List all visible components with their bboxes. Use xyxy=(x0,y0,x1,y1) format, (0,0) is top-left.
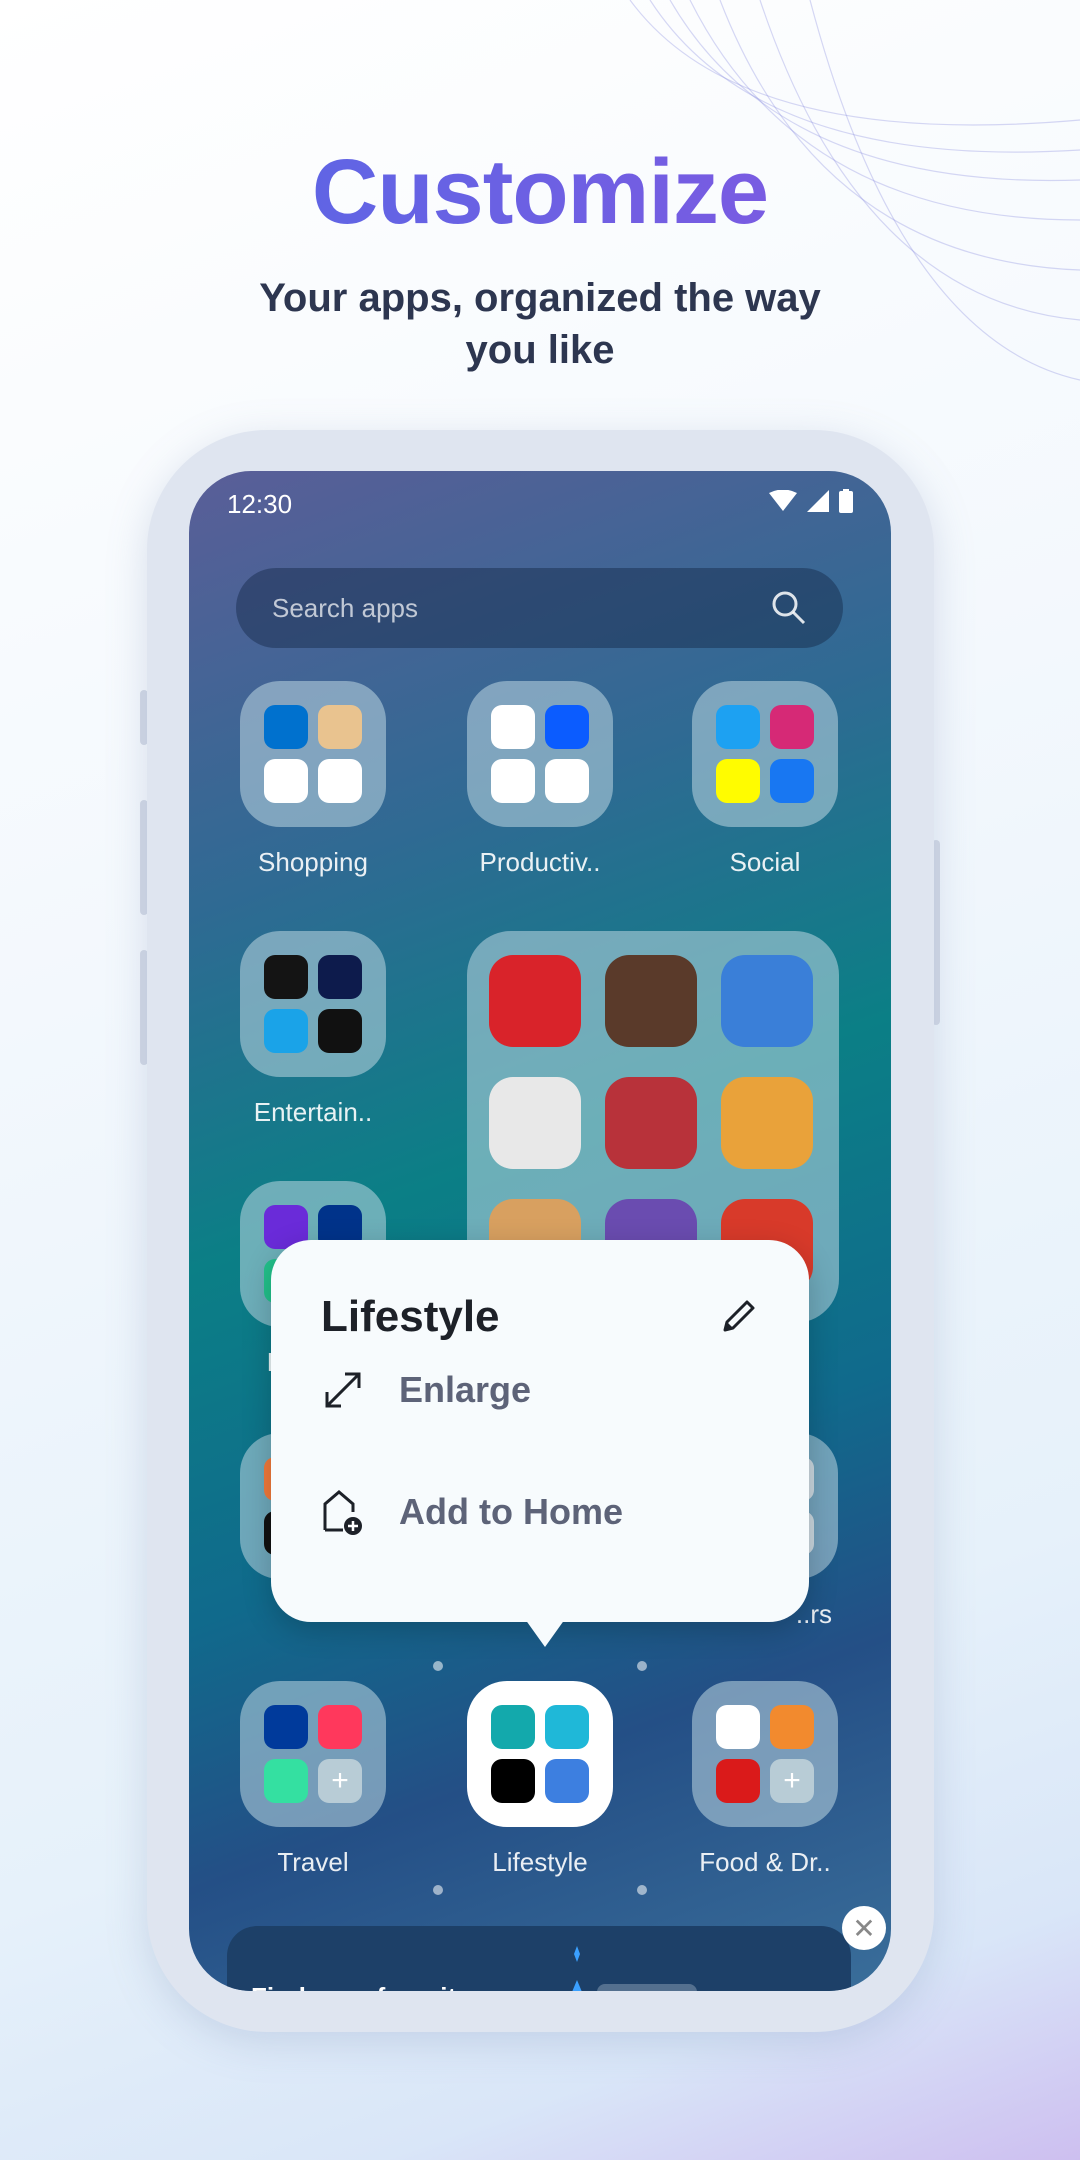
twitter-icon xyxy=(716,705,760,749)
signal-icon xyxy=(807,490,829,512)
zara-icon xyxy=(318,759,362,803)
walmart-icon xyxy=(264,705,308,749)
status-icons xyxy=(769,489,853,513)
super-mario-run-icon[interactable] xyxy=(489,955,581,1047)
amazon-icon xyxy=(318,705,362,749)
selection-handle[interactable] xyxy=(637,1661,647,1671)
hulu-icon xyxy=(318,1009,362,1053)
folder-food-dr[interactable]: + xyxy=(692,1681,838,1827)
booking-icon xyxy=(264,1705,308,1749)
selection-handle[interactable] xyxy=(433,1661,443,1671)
doordash-icon xyxy=(716,1705,760,1749)
snapchat-icon xyxy=(716,759,760,803)
enlarge-icon xyxy=(325,1372,361,1408)
selection-handle[interactable] xyxy=(637,1885,647,1895)
close-icon: ✕ xyxy=(852,1912,876,1944)
folder-name: Lifestyle xyxy=(321,1292,500,1341)
adidas-icon xyxy=(491,1759,535,1803)
promo-card-text: Find your favorites xyxy=(251,1982,485,1991)
folder-travel[interactable]: + xyxy=(240,1681,386,1827)
folder-entertain[interactable] xyxy=(240,931,386,1077)
folder-label: Shopping xyxy=(258,847,368,877)
folder-context-menu: Lifestyle Enlarge Add to Home xyxy=(271,1240,809,1622)
tripadvisor-icon xyxy=(264,1759,308,1803)
menu-item-enlarge[interactable]: Enlarge xyxy=(321,1368,531,1412)
folder-label: Entertain.. xyxy=(253,1097,373,1127)
burger-king-icon xyxy=(770,1705,814,1749)
flo-icon xyxy=(545,1705,589,1749)
phone-screen: 12:30 Search apps Shopping Productiv.. Soc… xyxy=(189,471,891,1991)
promo-card[interactable]: Find your favorites xyxy=(227,1926,851,1991)
airbnb-icon xyxy=(318,1705,362,1749)
close-promo-button[interactable]: ✕ xyxy=(842,1906,886,1950)
slack-icon xyxy=(545,759,589,803)
battery-icon xyxy=(839,489,853,513)
wifi-icon xyxy=(769,490,797,511)
popup-pointer xyxy=(525,1619,565,1647)
status-time: 12:30 xyxy=(227,489,293,519)
clash-royale-icon[interactable] xyxy=(721,955,813,1047)
folder-label: Social xyxy=(729,847,801,877)
teams-icon xyxy=(491,759,535,803)
folder-shopping[interactable] xyxy=(240,681,386,827)
sparkle-icon xyxy=(572,1946,582,1991)
folder-label: Productiv.. xyxy=(479,847,601,877)
folder-label: Food & Dr.. xyxy=(699,1847,831,1877)
add-home-icon xyxy=(323,1490,362,1535)
search-input[interactable]: Search apps xyxy=(272,593,771,624)
page-subtitle: Your apps, organized the way you like xyxy=(259,276,821,372)
promo-card-button[interactable] xyxy=(597,1984,697,1991)
search-icon[interactable] xyxy=(771,590,807,626)
folder-label: Travel xyxy=(277,1847,349,1877)
menu-item-add-to-home[interactable]: Add to Home xyxy=(321,1488,623,1536)
instagram-icon xyxy=(770,705,814,749)
pencil-icon[interactable] xyxy=(719,1296,759,1336)
selection-handle[interactable] xyxy=(433,1885,443,1895)
fitbit-icon xyxy=(491,1705,535,1749)
facebook-icon xyxy=(770,759,814,803)
search-bar[interactable]: Search apps xyxy=(236,568,843,648)
apex-legends-icon[interactable] xyxy=(605,1077,697,1169)
folder-productiv[interactable] xyxy=(467,681,613,827)
netflix-icon xyxy=(264,955,308,999)
subway-surfers-icon[interactable] xyxy=(721,1077,813,1169)
add-icon: + xyxy=(770,1759,814,1803)
folder-social[interactable] xyxy=(692,681,838,827)
prime-video-icon xyxy=(264,1009,308,1053)
folder-label: Lifestyle xyxy=(492,1847,588,1877)
page-title: Customize xyxy=(0,140,1080,245)
asphalt-9-icon[interactable] xyxy=(489,1077,581,1169)
mcdonalds-icon xyxy=(716,1759,760,1803)
add-icon: + xyxy=(318,1759,362,1803)
zoom-icon xyxy=(545,705,589,749)
target-icon xyxy=(264,759,308,803)
disney-plus-icon xyxy=(318,955,362,999)
menu-item-label: Add to Home xyxy=(399,1491,623,1532)
calm-icon xyxy=(545,1759,589,1803)
menu-item-label: Enlarge xyxy=(399,1369,532,1410)
shadow-fight-icon[interactable] xyxy=(605,955,697,1047)
folder-lifestyle[interactable] xyxy=(467,1681,613,1827)
gmail-icon xyxy=(491,705,535,749)
